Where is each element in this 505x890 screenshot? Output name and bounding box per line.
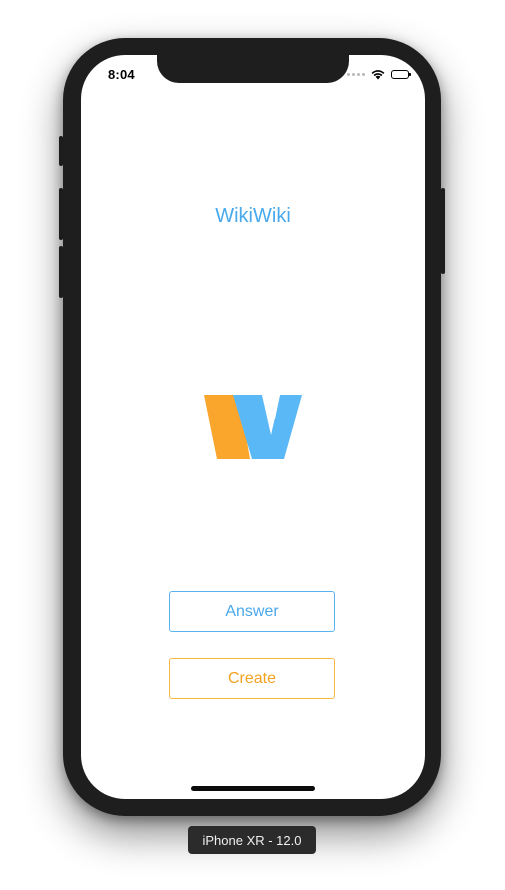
simulator-device-label: iPhone XR - 12.0 [188,826,316,854]
volume-up-button [59,188,63,240]
iphone-frame: 8:04 WikiWiki Answer Create [59,38,445,816]
status-time: 8:04 [108,67,135,82]
notch [157,55,349,83]
volume-down-button [59,246,63,298]
phone-screen: 8:04 WikiWiki Answer Create [81,55,425,799]
battery-icon [391,69,411,79]
wifi-icon [371,69,385,79]
create-button[interactable]: Create [169,658,335,699]
wikiwiki-w-logo-icon [204,395,302,459]
status-icons [347,67,411,81]
power-button [441,188,445,274]
simulator-stage: 8:04 WikiWiki Answer Create iPhone XR - … [0,0,505,890]
cellular-signal-icon [347,72,365,76]
answer-button[interactable]: Answer [169,591,335,632]
app-title: WikiWiki [215,205,291,227]
mute-switch [59,136,63,166]
home-indicator[interactable] [191,786,315,791]
